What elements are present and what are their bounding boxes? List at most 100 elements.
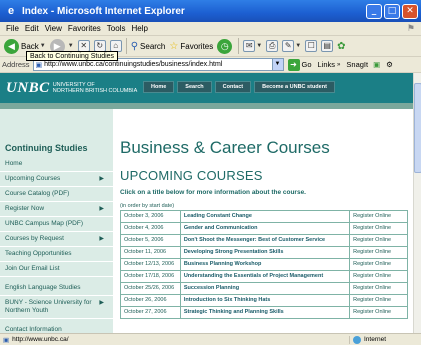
course-title-link[interactable]: Understanding the Essentials of Project … <box>179 270 351 283</box>
go-button[interactable]: ➜ Go <box>287 58 312 71</box>
search-icon: ⚲ <box>130 40 139 52</box>
sidebar-item[interactable]: BUNY - Science University for Northern Y… <box>0 296 113 319</box>
messenger-button[interactable]: ✿ <box>337 37 345 55</box>
site-header: UNBC UNIVERSITY OF NORTHERN BRITISH COLU… <box>0 73 413 103</box>
course-row: October 4, 2006 Gender and Communication R… <box>120 222 408 235</box>
menu-favorites[interactable]: Favorites <box>68 24 101 33</box>
register-online-link[interactable]: Register Online <box>349 270 408 283</box>
sidebar-item[interactable]: Home <box>0 157 113 172</box>
sidebar-item[interactable]: English Language Studies <box>0 281 113 296</box>
unbc-logo[interactable]: UNBC <box>6 80 50 97</box>
vertical-scrollbar[interactable] <box>413 73 421 333</box>
menu-file[interactable]: File <box>6 24 19 33</box>
register-online-link[interactable]: Register Online <box>349 210 408 223</box>
back-dropdown-icon[interactable]: ▼ <box>40 43 46 49</box>
sidebar-menu: Home Upcoming Courses ▶ Course Catalog (PDF… <box>0 157 113 277</box>
course-row: October 27, 2006 Strategic Thinking and P… <box>120 306 408 319</box>
snagit-button[interactable]: SnagIt <box>346 60 368 69</box>
course-title-link[interactable]: Succession Planning <box>179 282 351 295</box>
course-title-link[interactable]: Strategic Thinking and Planning Skills <box>179 306 351 319</box>
course-title-link[interactable]: Gender and Communication <box>179 222 351 235</box>
sidebar-item-label: Contact Information <box>5 326 62 333</box>
edit-button[interactable]: ✎ ▼ <box>282 37 301 55</box>
menu-edit[interactable]: Edit <box>25 24 39 33</box>
status-bar: ▣ http://www.unbc.ca/ Internet <box>0 333 421 345</box>
sidebar-item-label: Course Catalog (PDF) <box>5 190 70 197</box>
address-dropdown-icon[interactable]: ▼ <box>272 58 284 71</box>
security-zone: Internet <box>349 335 421 344</box>
mail-icon: ✉ <box>243 40 256 52</box>
courses-table: October 3, 2006 Leading Constant Change Re… <box>120 210 408 319</box>
sidebar-item[interactable]: Join Our Email List <box>0 262 113 277</box>
close-button[interactable]: ✕ <box>402 3 418 19</box>
logo-sub-line2: NORTHERN BRITISH COLUMBIA <box>52 88 138 94</box>
nav-contact[interactable]: Contact <box>214 81 252 93</box>
course-title-link[interactable]: Developing Strong Presentation Skills <box>179 246 351 259</box>
sidebar-heading: Continuing Studies <box>5 143 88 153</box>
sidebar-item-label: Register Now <box>5 205 45 212</box>
address-label: Address <box>2 60 30 69</box>
print-icon: ⎙ <box>266 40 279 52</box>
scrollbar-thumb[interactable] <box>414 83 421 173</box>
search-button[interactable]: ⚲ Search <box>131 37 166 55</box>
history-button[interactable]: ◷ <box>217 37 234 55</box>
register-online-link[interactable]: Register Online <box>349 282 408 295</box>
course-row: October 11, 2006 Developing Strong Presen… <box>120 246 408 259</box>
nav-home[interactable]: Home <box>143 81 175 93</box>
register-online-link[interactable]: Register Online <box>349 246 408 259</box>
course-date: October 3, 2006 <box>120 210 181 223</box>
page-title: Business & Career Courses <box>120 138 330 157</box>
sidebar-item-label: Courses by Request <box>5 235 64 242</box>
nav-become-student[interactable]: Become a UNBC student <box>254 81 335 93</box>
search-label: Search <box>140 41 166 51</box>
links-button[interactable]: Links <box>318 60 336 69</box>
maximize-button[interactable]: □ <box>384 3 400 19</box>
back-arrow-icon: ◀ <box>4 38 19 54</box>
sidebar-item[interactable]: Register Now ▶ <box>0 202 113 217</box>
register-online-link[interactable]: Register Online <box>349 234 408 247</box>
sidebar-item[interactable]: Course Catalog (PDF) <box>0 187 113 202</box>
course-title-link[interactable]: Don't Shoot the Messenger: Best of Custo… <box>179 234 351 247</box>
mail-dropdown-icon[interactable]: ▼ <box>256 43 262 49</box>
course-title-link[interactable]: Leading Constant Change <box>179 210 351 223</box>
register-online-link[interactable]: Register Online <box>349 258 408 271</box>
register-online-link[interactable]: Register Online <box>349 222 408 235</box>
course-title-link[interactable]: Business Planning Workshop <box>179 258 351 271</box>
links-chevron-icon[interactable]: » <box>337 62 340 68</box>
toolbar-options-icon[interactable]: ⚙ <box>386 60 393 69</box>
sidebar-item[interactable]: Upcoming Courses ▶ <box>0 172 113 187</box>
register-online-link[interactable]: Register Online <box>349 306 408 319</box>
submenu-arrow-icon: ▶ <box>99 236 104 242</box>
status-url: http://www.unbc.ca/ <box>12 336 69 343</box>
go-label: Go <box>301 60 312 69</box>
status-page-icon: ▣ <box>3 336 10 344</box>
mail-button[interactable]: ✉ ▼ <box>243 37 262 55</box>
menu-view[interactable]: View <box>45 24 62 33</box>
messenger-icon: ✿ <box>337 40 346 52</box>
register-online-link[interactable]: Register Online <box>349 294 408 307</box>
discuss-button[interactable]: ☐ <box>305 37 318 55</box>
sidebar-item[interactable]: Contact Information <box>0 323 113 333</box>
course-row: October 5, 2006 Don't Shoot the Messenger… <box>120 234 408 247</box>
sidebar-item[interactable]: Teaching Opportunities <box>0 247 113 262</box>
sidebar-item[interactable]: UNBC Campus Map (PDF) <box>0 217 113 232</box>
menu-tools[interactable]: Tools <box>107 24 126 33</box>
sidebar-menu-secondary: English Language Studies BUNY - Science U… <box>0 281 113 319</box>
submenu-arrow-icon: ▶ <box>99 206 104 212</box>
course-row: October 25/26, 2006 Succession Planning Re… <box>120 282 408 295</box>
minimize-button[interactable]: _ <box>366 3 382 19</box>
course-date: October 4, 2006 <box>120 222 181 235</box>
menu-help[interactable]: Help <box>131 24 147 33</box>
research-button[interactable]: ▤ <box>321 37 334 55</box>
print-button[interactable]: ⎙ <box>266 37 279 55</box>
nav-search[interactable]: Search <box>177 81 212 93</box>
snagit-capture-icon[interactable]: ▣ <box>373 60 380 69</box>
course-title-link[interactable]: Introduction to Six Thinking Hats <box>179 294 351 307</box>
sidebar-item[interactable]: Courses by Request ▶ <box>0 232 113 247</box>
favorites-button[interactable]: ☆ Favorites <box>169 37 213 55</box>
course-date: October 17/18, 2006 <box>120 270 181 283</box>
edit-dropdown-icon[interactable]: ▼ <box>295 43 301 49</box>
back-tooltip: Back to Continuing Studies <box>26 51 119 61</box>
course-row: October 26, 2006 Introduction to Six Thin… <box>120 294 408 307</box>
forward-dropdown-icon[interactable]: ▼ <box>68 43 74 49</box>
